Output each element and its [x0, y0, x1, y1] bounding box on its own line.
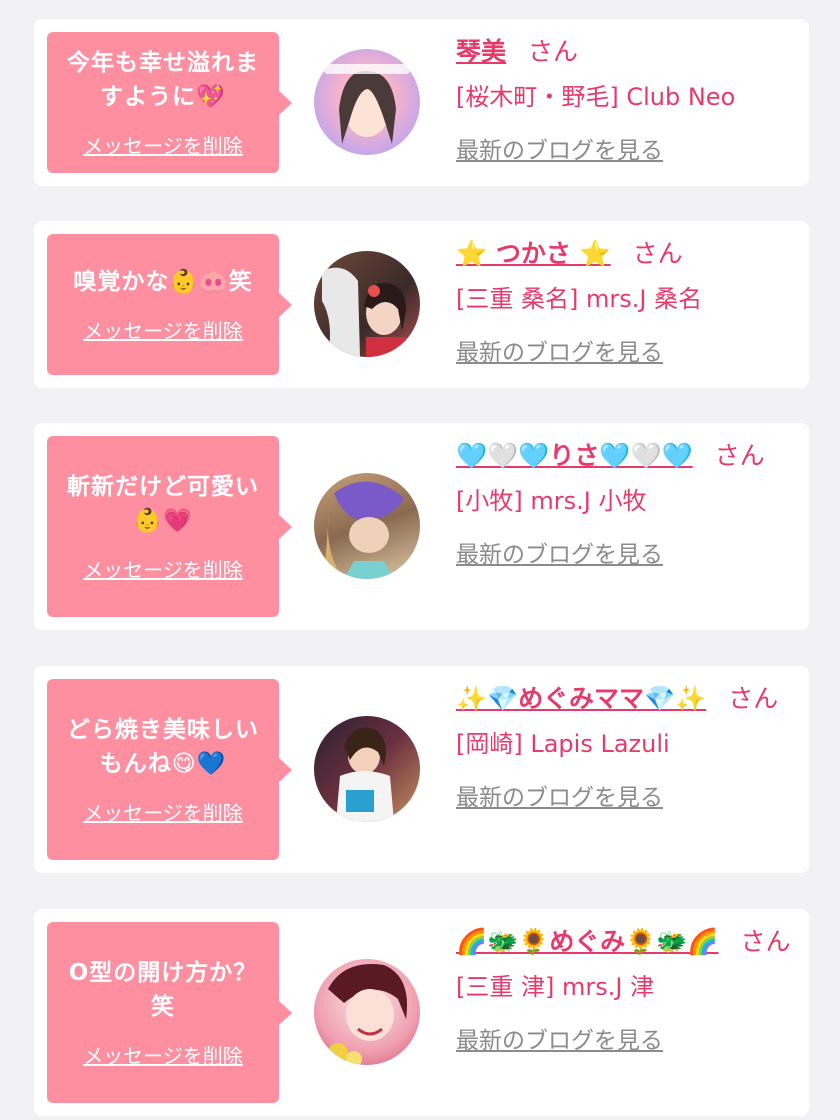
message-text: 今年も幸せ溢れま すように💖	[67, 46, 259, 114]
message-line: もんね😋💙	[99, 751, 227, 777]
avatar-image	[336, 727, 394, 822]
name-row: 琴美 さん	[456, 31, 796, 73]
avatar[interactable]	[314, 473, 420, 579]
avatar[interactable]	[314, 716, 420, 822]
name-row: ⭐️ つかさ ⭐️ さん	[456, 233, 796, 275]
shop-label: [三重 桑名] mrs.J 桑名	[456, 285, 703, 313]
message-card: 今年も幸せ溢れま すように💖 メッセージを削除 琴美 さん [桜木町・野毛] Cl…	[34, 19, 809, 186]
profile-info: ⭐️ つかさ ⭐️ さん [三重 桑名] mrs.J 桑名 最新のブログを見る	[456, 233, 796, 367]
avatar-image	[324, 64, 410, 144]
delete-message-link[interactable]: メッセージを削除	[83, 1040, 243, 1069]
latest-blog-link[interactable]: 最新のブログを見る	[456, 1021, 663, 1055]
message-text: 斬新だけど可愛い 👶💗	[67, 470, 259, 538]
message-bubble: 今年も幸せ溢れま すように💖 メッセージを削除	[47, 32, 279, 173]
latest-blog-link[interactable]: 最新のブログを見る	[456, 535, 663, 569]
profile-info: 琴美 さん [桜木町・野毛] Club Neo 最新のブログを見る	[456, 31, 796, 165]
shop-label: [岡崎] Lapis Lazuli	[456, 730, 670, 758]
message-line: 👶💗	[133, 508, 193, 534]
message-line: 今年も幸せ溢れま	[67, 50, 259, 76]
cast-name-link[interactable]: 🌈🐲🌻めぐみ🌻🐲🌈	[456, 927, 719, 956]
honorific-label: さん	[740, 927, 791, 956]
message-line: O型の開け方か？	[68, 960, 258, 986]
message-card: どら焼き美味しい もんね😋💙 メッセージを削除 ✨💎めぐみママ💎✨ さん [岡崎]…	[34, 666, 809, 873]
avatar-image	[328, 964, 408, 1065]
profile-info: ✨💎めぐみママ💎✨ さん [岡崎] Lapis Lazuli 最新のブログを見る	[456, 678, 796, 812]
message-bubble: 斬新だけど可愛い 👶💗 メッセージを削除	[47, 436, 279, 617]
message-text: どら焼き美味しい もんね😋💙	[67, 713, 259, 781]
cast-name-link[interactable]: 琴美	[456, 37, 506, 66]
delete-message-link[interactable]: メッセージを削除	[83, 130, 243, 159]
cast-name-link[interactable]: ⭐️ つかさ ⭐️	[456, 239, 611, 268]
message-bubble: 嗅覚かな👶🐽笑 メッセージを削除	[47, 234, 279, 375]
avatar[interactable]	[314, 251, 420, 357]
profile-info: 🌈🐲🌻めぐみ🌻🐲🌈 さん [三重 津] mrs.J 津 最新のブログを見る	[456, 921, 796, 1055]
message-text: O型の開け方か？ 笑	[69, 956, 258, 1024]
honorific-label: さん	[714, 441, 765, 470]
shop-label: [桜木町・野毛] Club Neo	[456, 83, 736, 111]
message-card: 斬新だけど可愛い 👶💗 メッセージを削除 🩵🤍🩵りさ🩵🤍🩵 さん [小牧] mrs…	[34, 423, 809, 630]
message-bubble: O型の開け方か？ 笑 メッセージを削除	[47, 922, 279, 1103]
message-card: O型の開け方か？ 笑 メッセージを削除 🌈🐲🌻めぐみ🌻🐲🌈 さん [三重 津] m…	[34, 909, 809, 1116]
honorific-label: さん	[728, 684, 779, 713]
profile-info: 🩵🤍🩵りさ🩵🤍🩵 さん [小牧] mrs.J 小牧 最新のブログを見る	[456, 435, 796, 569]
cast-name-link[interactable]: 🩵🤍🩵りさ🩵🤍🩵	[456, 441, 693, 470]
avatar-image	[322, 267, 406, 357]
delete-message-link[interactable]: メッセージを削除	[83, 797, 243, 826]
shop-label: [三重 津] mrs.J 津	[456, 973, 655, 1001]
message-line: どら焼き美味しい	[67, 717, 259, 743]
shop-label: [小牧] mrs.J 小牧	[456, 487, 647, 515]
honorific-label: さん	[528, 37, 579, 66]
latest-blog-link[interactable]: 最新のブログを見る	[456, 131, 663, 165]
message-bubble: どら焼き美味しい もんね😋💙 メッセージを削除	[47, 679, 279, 860]
latest-blog-link[interactable]: 最新のブログを見る	[456, 333, 663, 367]
message-text: 嗅覚かな👶🐽笑	[73, 265, 252, 299]
latest-blog-link[interactable]: 最新のブログを見る	[456, 778, 663, 812]
message-line: すように💖	[100, 84, 226, 110]
name-row: 🌈🐲🌻めぐみ🌻🐲🌈 さん	[456, 921, 796, 963]
delete-message-link[interactable]: メッセージを削除	[83, 315, 243, 344]
message-line: 嗅覚かな👶🐽笑	[73, 269, 253, 295]
message-line: 斬新だけど可愛い	[67, 474, 259, 500]
message-card: 嗅覚かな👶🐽笑 メッセージを削除 ⭐️ つかさ ⭐️ さん [三重 桑名] mrs…	[34, 221, 809, 388]
honorific-label: さん	[632, 239, 683, 268]
message-line: 笑	[151, 994, 175, 1020]
name-row: ✨💎めぐみママ💎✨ さん	[456, 678, 796, 720]
cast-name-link[interactable]: ✨💎めぐみママ💎✨	[456, 684, 706, 713]
avatar-image	[324, 481, 404, 579]
message-list: 今年も幸せ溢れま すように💖 メッセージを削除 琴美 さん [桜木町・野毛] Cl…	[0, 0, 840, 1120]
name-row: 🩵🤍🩵りさ🩵🤍🩵 さん	[456, 435, 796, 477]
delete-message-link[interactable]: メッセージを削除	[83, 554, 243, 583]
avatar[interactable]	[314, 959, 420, 1065]
avatar[interactable]	[314, 49, 420, 155]
